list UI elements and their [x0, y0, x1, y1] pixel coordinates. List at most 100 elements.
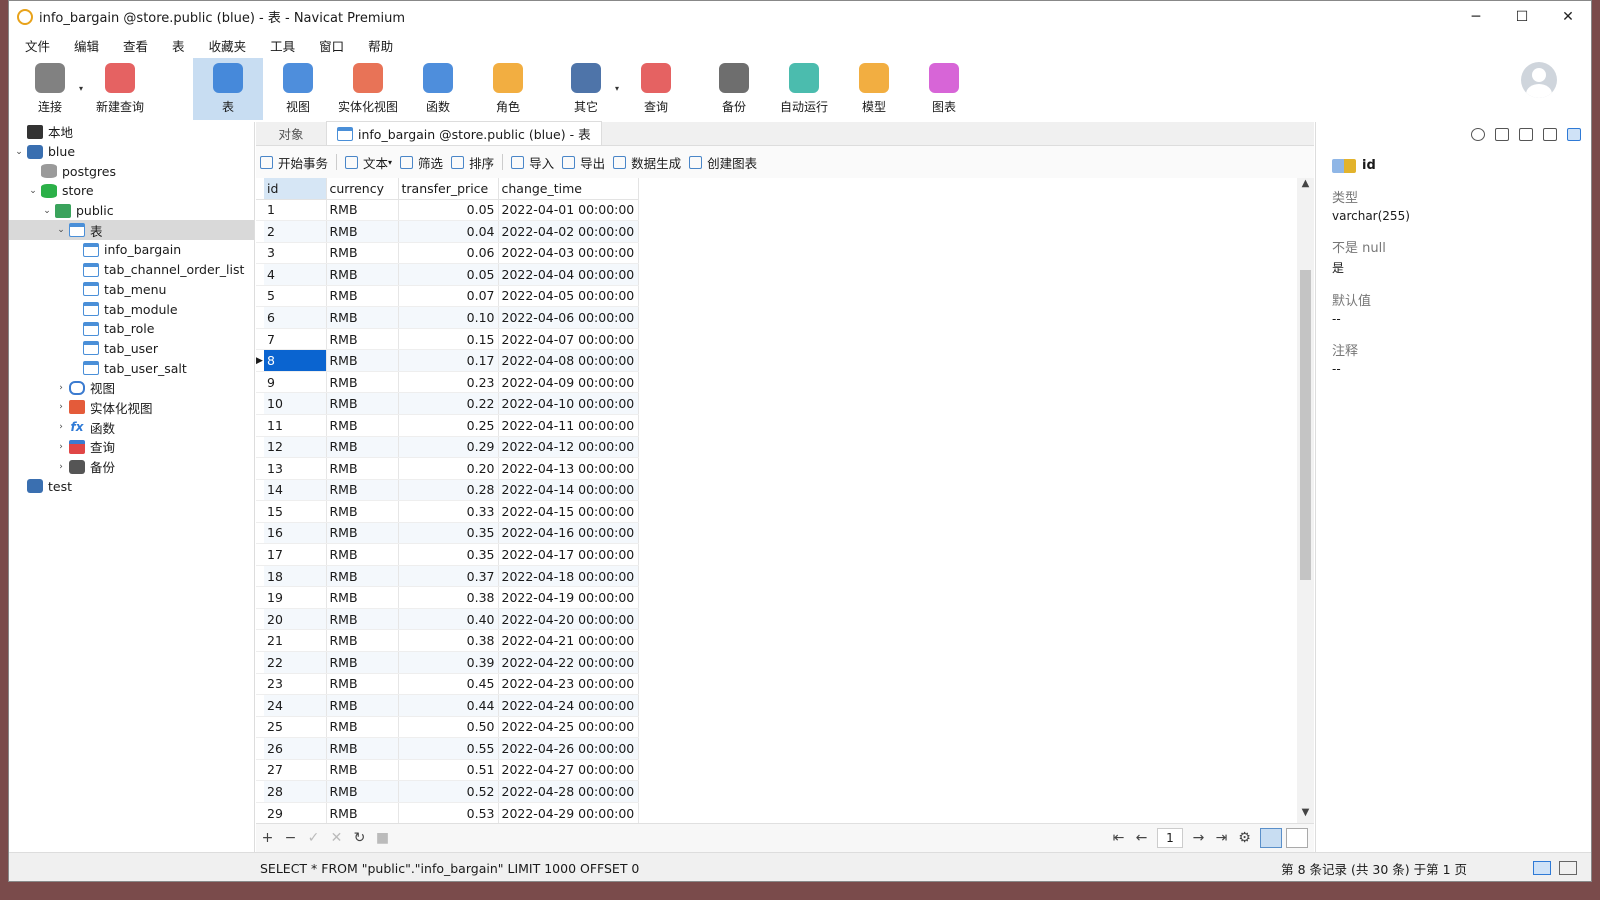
scroll-up-icon[interactable]: ▲ [1297, 178, 1314, 194]
data-toolbar-button-1[interactable]: 文本 ▾ [345, 153, 392, 172]
cell-change_time[interactable]: 2022-04-24 00:00:00 [498, 694, 639, 717]
cell-transfer_price[interactable]: 0.22 [398, 392, 499, 415]
cell-transfer_price[interactable]: 0.05 [398, 263, 499, 286]
column-header-transfer_price[interactable]: transfer_price [398, 178, 499, 200]
cell-id[interactable]: 28 [264, 780, 327, 803]
next-page-icon[interactable]: → [1187, 830, 1210, 846]
cell-change_time[interactable]: 2022-04-28 00:00:00 [498, 780, 639, 803]
data-toolbar-button-4[interactable]: 导入 [511, 153, 554, 172]
cell-currency[interactable]: RMB [326, 199, 399, 222]
table-row[interactable]: 3 RMB 0.06 2022-04-03 00:00:00 [256, 242, 639, 265]
cell-change_time[interactable]: 2022-04-17 00:00:00 [498, 543, 639, 566]
column-header-change_time[interactable]: change_time [498, 178, 639, 200]
last-page-icon[interactable]: ⇥ [1210, 830, 1233, 846]
cell-change_time[interactable]: 2022-04-03 00:00:00 [498, 242, 639, 265]
cell-currency[interactable]: RMB [326, 694, 399, 717]
table-row[interactable]: 9 RMB 0.23 2022-04-09 00:00:00 [256, 371, 639, 394]
cell-change_time[interactable]: 2022-04-05 00:00:00 [498, 285, 639, 308]
grid-view-icon[interactable] [1260, 828, 1282, 848]
cell-id[interactable]: 10 [264, 392, 327, 415]
tree-node---14[interactable]: › 实体化视图 [9, 398, 254, 418]
cell-currency[interactable]: RMB [326, 737, 399, 760]
table-row[interactable]: 17 RMB 0.35 2022-04-17 00:00:00 [256, 543, 639, 566]
cell-currency[interactable]: RMB [326, 629, 399, 652]
cell-change_time[interactable]: 2022-04-06 00:00:00 [498, 306, 639, 329]
cell-change_time[interactable]: 2022-04-29 00:00:00 [498, 802, 639, 823]
cell-id[interactable]: 16 [264, 522, 327, 545]
cell-transfer_price[interactable]: 0.35 [398, 543, 499, 566]
cell-transfer_price[interactable]: 0.51 [398, 759, 499, 782]
data-toolbar-button-0[interactable]: 开始事务 [260, 153, 328, 172]
cell-id[interactable]: 21 [264, 629, 327, 652]
minimize-button[interactable]: ─ [1453, 1, 1499, 32]
cell-transfer_price[interactable]: 0.44 [398, 694, 499, 717]
cell-id[interactable]: 14 [264, 479, 327, 502]
prev-page-icon[interactable]: ← [1130, 830, 1153, 846]
cell-currency[interactable]: RMB [326, 392, 399, 415]
cell-currency[interactable]: RMB [326, 802, 399, 823]
cell-currency[interactable]: RMB [326, 436, 399, 459]
tree-node-tab-channel-order-list-7[interactable]: tab_channel_order_list [9, 260, 254, 280]
cell-id[interactable]: 13 [264, 457, 327, 480]
toolbar-button-new-query[interactable]: 新建查询 [85, 58, 155, 120]
cell-currency[interactable]: RMB [326, 414, 399, 437]
settings-gear-icon[interactable]: ⚙ [1233, 830, 1256, 846]
cell-change_time[interactable]: 2022-04-02 00:00:00 [498, 220, 639, 243]
tab-info-bargain[interactable]: info_bargain @store.public (blue) - 表 [326, 121, 602, 145]
tree-node-test-18[interactable]: test [9, 476, 254, 496]
cell-currency[interactable]: RMB [326, 306, 399, 329]
menu-item-2[interactable]: 查看 [111, 36, 160, 55]
cell-id[interactable]: 23 [264, 673, 327, 696]
cell-change_time[interactable]: 2022-04-12 00:00:00 [498, 436, 639, 459]
cell-transfer_price[interactable]: 0.05 [398, 199, 499, 222]
cell-id[interactable]: 8 [264, 349, 327, 372]
cell-id[interactable]: 19 [264, 586, 327, 609]
table-row[interactable]: 13 RMB 0.20 2022-04-13 00:00:00 [256, 457, 639, 480]
cell-change_time[interactable]: 2022-04-23 00:00:00 [498, 673, 639, 696]
cell-currency[interactable]: RMB [326, 780, 399, 803]
cell-transfer_price[interactable]: 0.04 [398, 220, 499, 243]
cell-id[interactable]: 29 [264, 802, 327, 823]
cell-change_time[interactable]: 2022-04-20 00:00:00 [498, 608, 639, 631]
tree-node-info-bargain-6[interactable]: info_bargain [9, 240, 254, 260]
delete-record-icon[interactable]: − [279, 830, 302, 846]
toolbar-button-backup[interactable]: 备份 [699, 58, 769, 120]
cell-currency[interactable]: RMB [326, 608, 399, 631]
cell-change_time[interactable]: 2022-04-14 00:00:00 [498, 479, 639, 502]
tree-node-tab-role-10[interactable]: tab_role [9, 319, 254, 339]
cell-id[interactable]: 5 [264, 285, 327, 308]
tab-objects[interactable]: 对象 [256, 121, 326, 145]
cell-transfer_price[interactable]: 0.15 [398, 328, 499, 351]
cell-id[interactable]: 6 [264, 306, 327, 329]
cell-currency[interactable]: RMB [326, 673, 399, 696]
table-row[interactable]: 21 RMB 0.38 2022-04-21 00:00:00 [256, 629, 639, 652]
tree-node-tab-user-11[interactable]: tab_user [9, 339, 254, 359]
toggle-nav-pane-icon[interactable] [1533, 861, 1551, 875]
close-button[interactable]: ✕ [1545, 1, 1591, 32]
tree-node-postgres-2[interactable]: postgres [9, 161, 254, 181]
scroll-thumb[interactable] [1300, 270, 1311, 580]
field-detail-icon[interactable] [1567, 127, 1581, 141]
cell-id[interactable]: 27 [264, 759, 327, 782]
data-toolbar-button-2[interactable]: 筛选 [400, 153, 443, 172]
tree-node---13[interactable]: › 视图 [9, 378, 254, 398]
table-row[interactable]: 12 RMB 0.29 2022-04-12 00:00:00 [256, 436, 639, 459]
toolbar-button-role[interactable]: 角色 [473, 58, 543, 120]
cell-id[interactable]: 18 [264, 565, 327, 588]
dropdown-arrow-icon[interactable]: ▾ [79, 84, 83, 93]
user-avatar[interactable] [1521, 62, 1557, 98]
menu-item-6[interactable]: 窗口 [307, 36, 356, 55]
dropdown-arrow-icon[interactable]: ▾ [388, 158, 392, 167]
cell-change_time[interactable]: 2022-04-25 00:00:00 [498, 716, 639, 739]
cell-transfer_price[interactable]: 0.38 [398, 629, 499, 652]
cell-id[interactable]: 9 [264, 371, 327, 394]
cell-change_time[interactable]: 2022-04-22 00:00:00 [498, 651, 639, 674]
cell-transfer_price[interactable]: 0.35 [398, 522, 499, 545]
cell-change_time[interactable]: 2022-04-09 00:00:00 [498, 371, 639, 394]
table-row[interactable]: 6 RMB 0.10 2022-04-06 00:00:00 [256, 306, 639, 329]
cell-currency[interactable]: RMB [326, 565, 399, 588]
table-row[interactable]: 10 RMB 0.22 2022-04-10 00:00:00 [256, 392, 639, 415]
cell-currency[interactable]: RMB [326, 242, 399, 265]
cell-currency[interactable]: RMB [326, 479, 399, 502]
cell-id[interactable]: 4 [264, 263, 327, 286]
